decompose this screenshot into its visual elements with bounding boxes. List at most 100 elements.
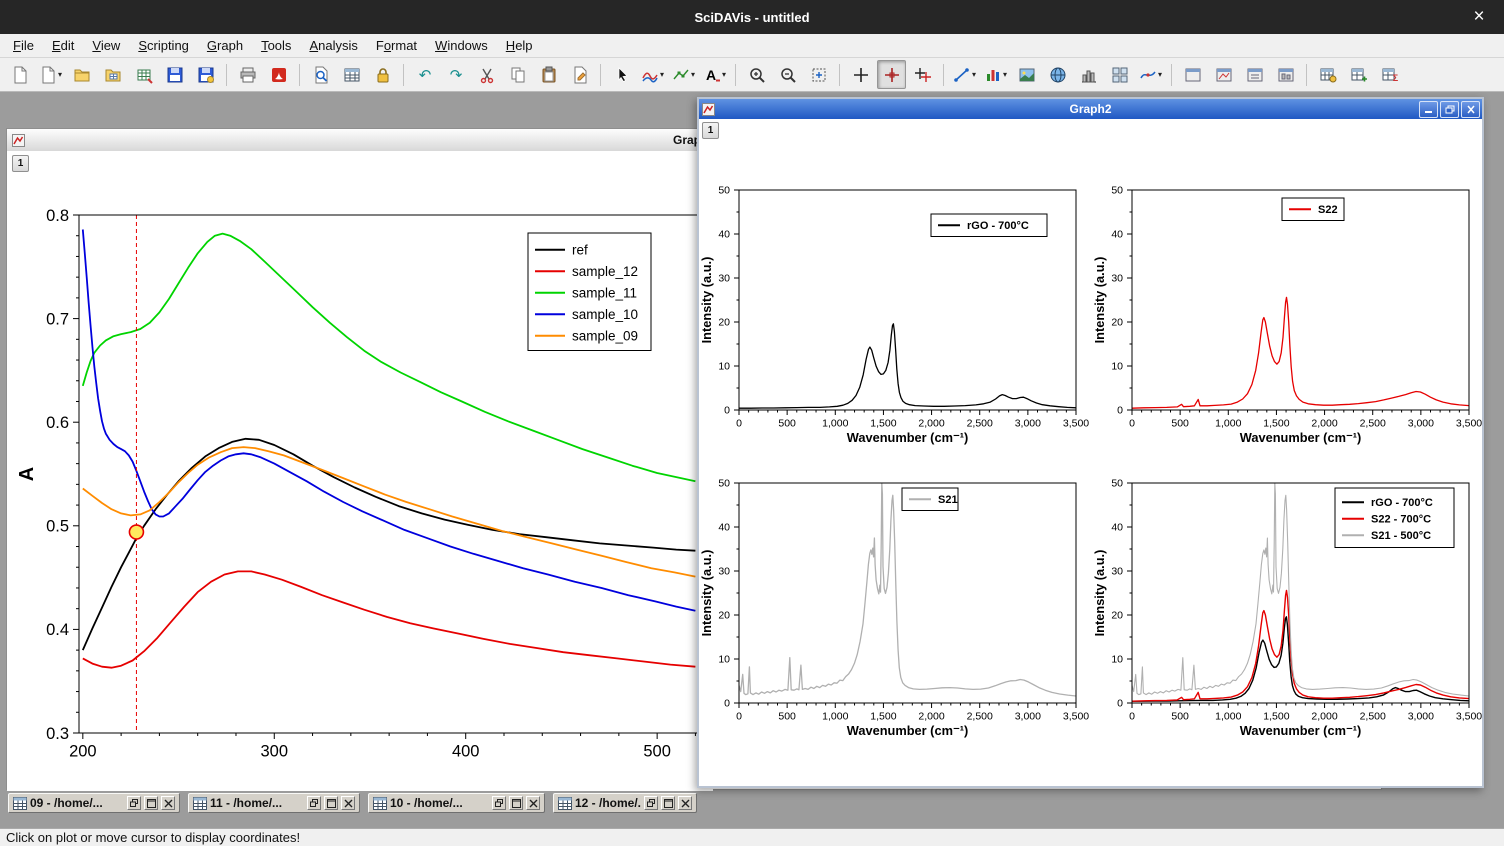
g1-chart-svg: 2003004005000.30.40.50.60.70.8Arefsample… [7, 151, 713, 791]
zoom-in-icon[interactable] [742, 60, 771, 89]
panel-plot-icon[interactable] [1105, 60, 1134, 89]
new-table-icon[interactable] [337, 60, 366, 89]
data-reader-icon[interactable] [877, 60, 906, 89]
save-template-icon[interactable] [191, 60, 220, 89]
layer-options-icon[interactable] [1271, 60, 1300, 89]
graph2-plot-topright[interactable]: 05001,0001,5002,0002,5003,0003,500010203… [1092, 154, 1482, 464]
menu-windows[interactable]: Windows [426, 34, 497, 57]
menu-scripting[interactable]: Scripting [129, 34, 198, 57]
dropdown-arrow-icon[interactable]: ▾ [1158, 70, 1162, 79]
graph2-plot-bottomleft[interactable]: 05001,0001,5002,0002,5003,0003,500010203… [699, 447, 1089, 757]
image-plot-icon[interactable] [1012, 60, 1041, 89]
layer-button[interactable]: 1 [702, 122, 719, 139]
zoom-out-icon[interactable] [773, 60, 802, 89]
dropdown-arrow-icon[interactable]: ▾ [1003, 70, 1007, 79]
window-close-button[interactable] [161, 796, 175, 810]
new-aspect-icon[interactable]: ▾ [36, 60, 65, 89]
plot-3d-icon[interactable] [1043, 60, 1072, 89]
menu-help[interactable]: Help [497, 34, 542, 57]
move-points-icon[interactable]: ▾ [669, 60, 698, 89]
remove-layer-icon[interactable] [1240, 60, 1269, 89]
window-restore-button[interactable] [644, 796, 658, 810]
table-options-icon[interactable] [1313, 60, 1342, 89]
export-pdf-icon[interactable] [264, 60, 293, 89]
paste-icon[interactable] [534, 60, 563, 89]
window-close-button[interactable] [678, 796, 692, 810]
print-icon[interactable] [233, 60, 262, 89]
graph1-plot[interactable]: 2003004005000.30.40.50.60.70.8Arefsample… [7, 151, 713, 791]
window-close-button[interactable] [526, 796, 540, 810]
duplicate-window-icon[interactable] [306, 60, 335, 89]
menu-format[interactable]: Format [367, 34, 426, 57]
window-restore-button[interactable] [127, 796, 141, 810]
legend[interactable]: S22 [1282, 198, 1344, 221]
window-maximize-button[interactable] [509, 796, 523, 810]
restore-button[interactable] [1440, 101, 1459, 118]
undo-icon[interactable]: ↶ [410, 60, 439, 89]
cut-icon[interactable] [472, 60, 501, 89]
open-project-icon[interactable] [67, 60, 96, 89]
dropdown-arrow-icon[interactable]: ▾ [691, 70, 695, 79]
taskbar-item-10[interactable]: 10 - /home/... [368, 793, 545, 813]
menu-view[interactable]: View [83, 34, 129, 57]
window-maximize-button[interactable] [661, 796, 675, 810]
import-ascii-icon[interactable] [129, 60, 158, 89]
legend[interactable]: refsample_12sample_11sample_10sample_09 [528, 233, 651, 351]
graph2-window[interactable]: Graph2 1 05001,0001,5002,0002,5003,0003,… [697, 97, 1484, 788]
curve-tool-icon[interactable]: ▾ [1136, 60, 1165, 89]
graph2-plot-bottomright[interactable]: 05001,0001,5002,0002,5003,0003,500010203… [1092, 447, 1482, 757]
screen-reader-icon[interactable] [846, 60, 875, 89]
legend[interactable]: S21 [902, 488, 958, 511]
layer-button[interactable]: 1 [12, 155, 29, 172]
menu-edit[interactable]: Edit [43, 34, 83, 57]
histogram-icon[interactable] [1074, 60, 1103, 89]
redo-icon[interactable]: ↷ [441, 60, 470, 89]
taskbar-item-11[interactable]: 11 - /home/... [188, 793, 360, 813]
pointer-icon[interactable] [607, 60, 636, 89]
graph2-titlebar[interactable]: Graph2 [699, 99, 1482, 119]
menu-graph[interactable]: Graph [198, 34, 252, 57]
rescale-icon[interactable] [804, 60, 833, 89]
table-icon [558, 797, 572, 810]
edit-icon[interactable] [565, 60, 594, 89]
menu-file[interactable]: File [4, 34, 43, 57]
taskbar-item-12[interactable]: 12 - /home/... [553, 793, 697, 813]
select-curve-icon[interactable]: ▾ [638, 60, 667, 89]
dropdown-arrow-icon[interactable]: ▾ [58, 70, 62, 79]
window-maximize-button[interactable] [144, 796, 158, 810]
data-reader-marker[interactable] [129, 525, 143, 539]
window-restore-button[interactable] [307, 796, 321, 810]
svg-text:50: 50 [1111, 185, 1123, 197]
save-project-icon[interactable] [160, 60, 189, 89]
statistics-icon[interactable]: Σ [1375, 60, 1404, 89]
menu-analysis[interactable]: Analysis [300, 34, 366, 57]
minimize-button[interactable] [1419, 101, 1438, 118]
open-template-icon[interactable] [98, 60, 127, 89]
add-text-icon[interactable]: A▾ [700, 60, 729, 89]
graph2-plot-topleft[interactable]: 05001,0001,5002,0002,5003,0003,500010203… [699, 154, 1089, 464]
workspace: Graph1 1 2003004005000.30.40.50.60.70.8A… [0, 92, 1504, 828]
legend[interactable]: rGO - 700°CS22 - 700°CS21 - 500°C [1335, 488, 1454, 548]
close-window-button[interactable] [1461, 101, 1480, 118]
taskbar-item-09[interactable]: 09 - /home/... [8, 793, 180, 813]
status-bar: Click on plot or move cursor to display … [0, 828, 1504, 846]
copy-icon[interactable] [503, 60, 532, 89]
dropdown-arrow-icon[interactable]: ▾ [722, 70, 726, 79]
new-project-icon[interactable] [5, 60, 34, 89]
add-layer-icon[interactable] [1209, 60, 1238, 89]
plot-wizard-icon[interactable]: ▾ [981, 60, 1010, 89]
select-range-icon[interactable] [908, 60, 937, 89]
window-close-button[interactable] [341, 796, 355, 810]
draw-line-icon[interactable]: ▾ [950, 60, 979, 89]
dropdown-arrow-icon[interactable]: ▾ [660, 70, 664, 79]
lock-icon[interactable] [368, 60, 397, 89]
minimized-windows-bar: 09 - /home/... 11 - /home/... 10 - /home/.… [8, 793, 705, 813]
dropdown-arrow-icon[interactable]: ▾ [972, 70, 976, 79]
window-maximize-button[interactable] [324, 796, 338, 810]
arrange-layers-icon[interactable] [1178, 60, 1207, 89]
close-button[interactable]: × [1464, 0, 1494, 34]
menu-tools[interactable]: Tools [252, 34, 300, 57]
window-restore-button[interactable] [492, 796, 506, 810]
add-column-icon[interactable] [1344, 60, 1373, 89]
legend[interactable]: rGO - 700°C [931, 214, 1047, 237]
